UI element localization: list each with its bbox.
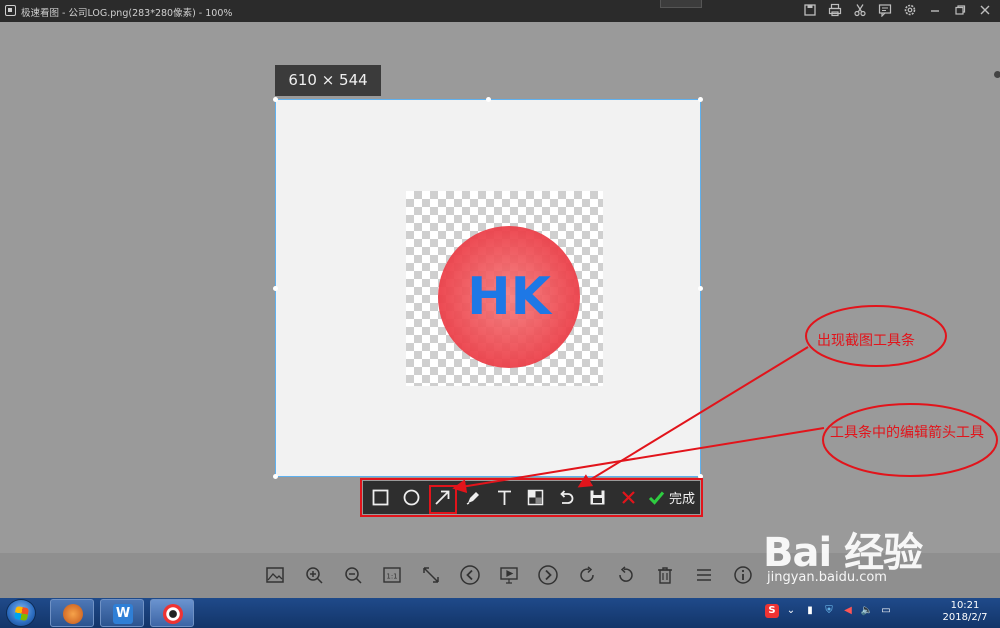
info-icon[interactable]: [723, 563, 762, 587]
volume-icon[interactable]: 🔈: [860, 604, 874, 618]
display-icon[interactable]: ▭: [879, 604, 893, 618]
scissors-icon[interactable]: [853, 3, 867, 17]
baidu-watermark: Bai 经验 jingyan.baidu.com: [763, 520, 923, 585]
taskbar-app-wps[interactable]: W: [100, 599, 144, 627]
network-icon[interactable]: ▮: [803, 604, 817, 618]
menu-icon[interactable]: [684, 563, 723, 587]
resize-handle[interactable]: [486, 97, 491, 102]
save-icon[interactable]: [582, 484, 613, 511]
ime-icon[interactable]: S: [765, 604, 779, 618]
comment-icon[interactable]: [878, 3, 892, 17]
browser-icon: [63, 604, 83, 624]
watermark-url: jingyan.baidu.com: [767, 570, 887, 585]
taskbar-app-viewer[interactable]: [150, 599, 194, 627]
resize-handle[interactable]: [698, 97, 703, 102]
minimize-icon[interactable]: [928, 3, 942, 17]
callout-arrow-tool: 工具条中的编辑箭头工具: [830, 425, 984, 441]
save-icon[interactable]: [803, 3, 817, 17]
ellipse-icon[interactable]: [396, 484, 427, 511]
done-label: 完成: [669, 492, 696, 507]
resize-handle[interactable]: [273, 286, 278, 291]
zoom-in-icon[interactable]: [294, 563, 333, 587]
resize-handle[interactable]: [698, 286, 703, 291]
transparent-background: HK: [406, 191, 603, 386]
capture-toolbar: 完成: [363, 481, 700, 514]
window-title: 极速看图 - 公司LOG.png(283*280像素) - 100%: [21, 8, 233, 19]
system-clock[interactable]: 10:21 2018/2/7: [940, 600, 990, 624]
scroll-indicator: [994, 71, 1000, 78]
start-button[interactable]: [6, 599, 36, 627]
close-icon[interactable]: [978, 3, 992, 17]
resize-handle[interactable]: [273, 97, 278, 102]
text-icon[interactable]: [489, 484, 520, 511]
actual-size-icon[interactable]: 1:1: [372, 563, 411, 587]
flag-icon[interactable]: ◀: [841, 604, 855, 618]
fit-screen-icon[interactable]: [411, 563, 450, 587]
clock-date: 2018/2/7: [942, 612, 988, 623]
mosaic-icon[interactable]: [520, 484, 551, 511]
system-tray: S ⌄ ▮ ⛨ ◀ 🔈 ▭: [765, 604, 893, 618]
taskbar-app-browser[interactable]: [50, 599, 94, 627]
zoom-out-icon[interactable]: [333, 563, 372, 587]
settings-icon[interactable]: [903, 3, 917, 17]
done-button[interactable]: 完成: [648, 488, 695, 507]
shield-icon[interactable]: ⛨: [822, 604, 836, 618]
eye-icon: [163, 604, 183, 624]
logo-text: HK: [467, 267, 551, 327]
title-bar: 极速看图 - 公司LOG.png(283*280像素) - 100%: [0, 0, 1000, 22]
capture-size-label: 610 × 544: [275, 65, 381, 96]
hk-logo: HK: [438, 226, 580, 368]
rotate-left-icon[interactable]: [606, 563, 645, 587]
rectangle-icon[interactable]: [365, 484, 396, 511]
undo-icon[interactable]: [551, 484, 582, 511]
slideshow-icon[interactable]: [489, 563, 528, 587]
callout-toolbar-appears: 出现截图工具条: [817, 333, 915, 349]
restore-icon[interactable]: [953, 3, 967, 17]
actual-size-label: 1:1: [386, 573, 397, 581]
clock-time: 10:21: [950, 600, 980, 611]
arrow-icon[interactable]: [427, 484, 458, 514]
capture-region[interactable]: HK: [273, 97, 703, 479]
rotate-right-icon[interactable]: [567, 563, 606, 587]
print-icon[interactable]: [828, 3, 842, 17]
resize-handle[interactable]: [273, 474, 278, 479]
title-tab[interactable]: [660, 0, 702, 8]
taskbar: W S ⌄ ▮ ⛨ ◀ 🔈 ▭ 10:21 2018/2/7: [0, 598, 1000, 628]
app-logo-icon: [5, 5, 16, 16]
cancel-icon[interactable]: [613, 484, 644, 511]
windows-logo-icon: [13, 605, 30, 622]
tray-icon[interactable]: ⌄: [784, 604, 798, 618]
pen-icon[interactable]: [458, 484, 489, 511]
check-icon: [648, 491, 665, 505]
image-icon[interactable]: [255, 563, 294, 587]
prev-icon[interactable]: [450, 563, 489, 587]
next-icon[interactable]: [528, 563, 567, 587]
wps-icon: W: [113, 604, 133, 624]
delete-icon[interactable]: [645, 563, 684, 587]
